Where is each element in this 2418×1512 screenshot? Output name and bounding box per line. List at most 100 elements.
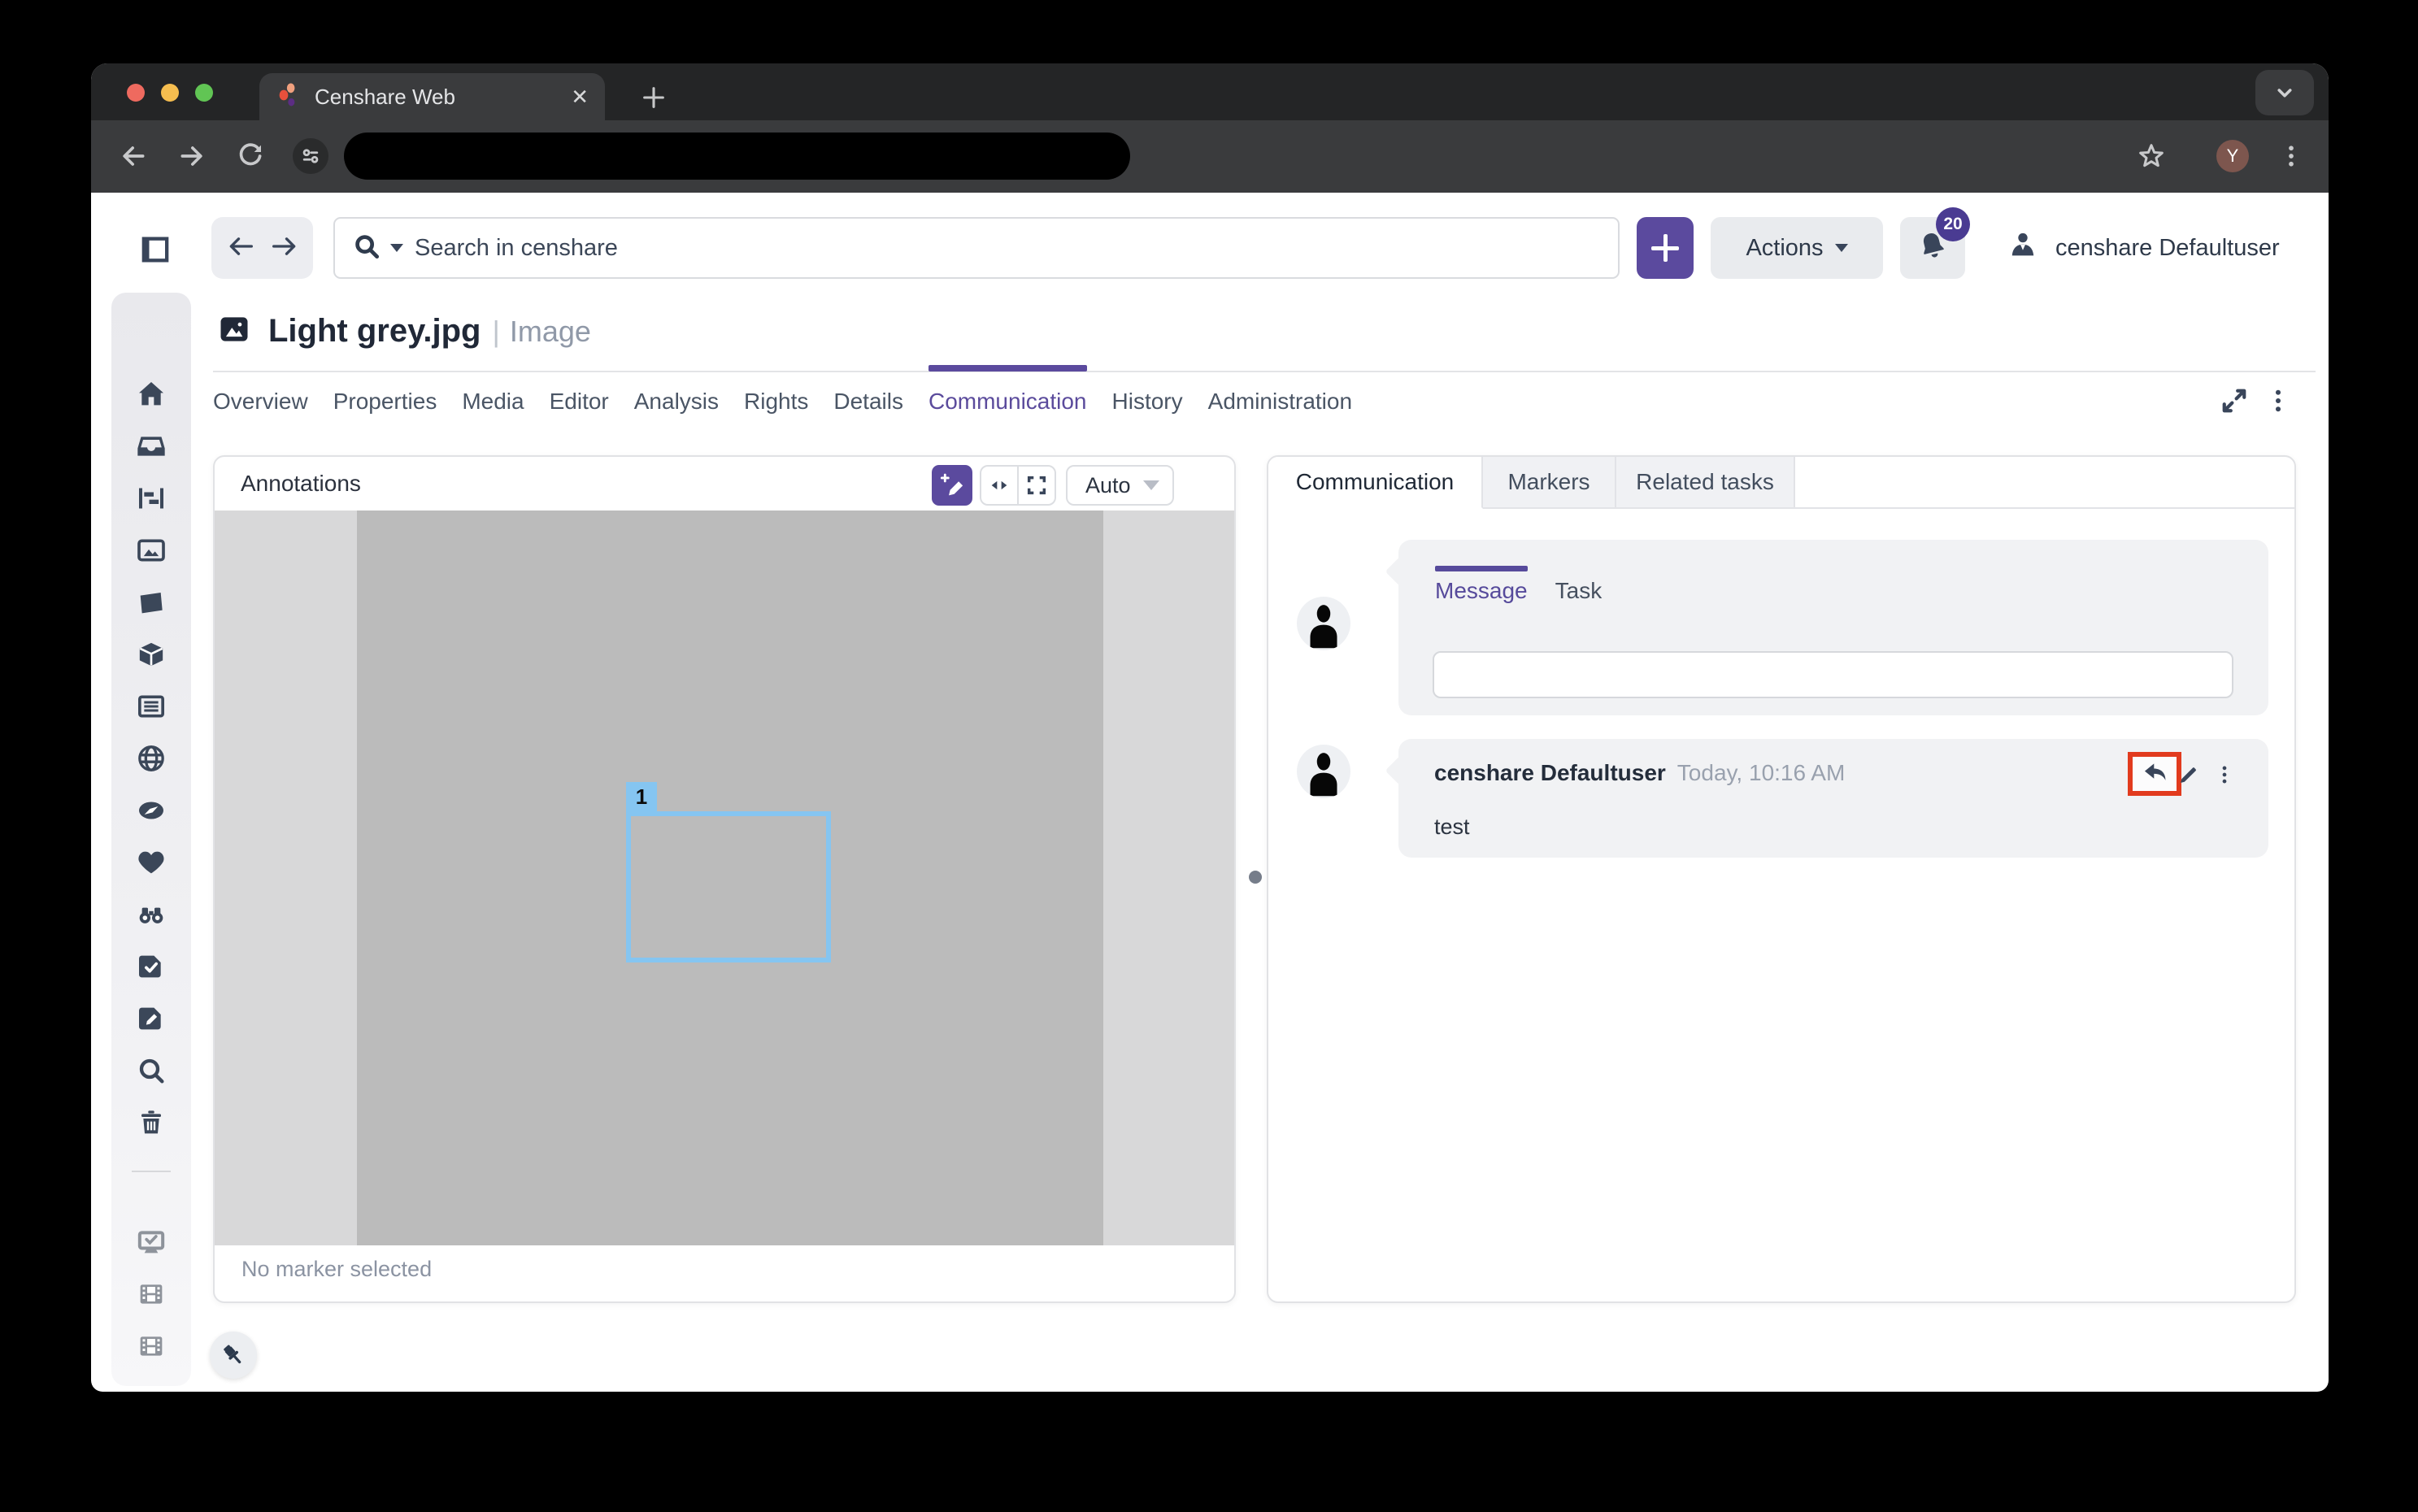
zoom-mode-value: Auto: [1085, 473, 1143, 498]
annotation-marker-rect[interactable]: [626, 811, 831, 962]
new-tab-button[interactable]: [634, 78, 673, 117]
inbox-icon[interactable]: [135, 430, 167, 463]
tab-history[interactable]: History: [1112, 388, 1183, 415]
app-sidebar: [111, 293, 191, 1386]
module-cube-icon[interactable]: [135, 638, 167, 671]
approvals-icon[interactable]: [135, 1226, 167, 1258]
planning-icon[interactable]: [135, 482, 167, 515]
fit-controls: [980, 465, 1056, 506]
app-back-icon[interactable]: [224, 230, 257, 267]
film-icon[interactable]: [135, 1278, 167, 1310]
asset-type-label: Image: [510, 315, 591, 349]
browser-window: Censhare Web ✕ Y: [91, 63, 2329, 1392]
marker-status-text: No marker selected: [241, 1257, 432, 1282]
add-annotation-button[interactable]: [932, 465, 972, 506]
tab-media[interactable]: Media: [462, 388, 524, 415]
tab-rights[interactable]: Rights: [744, 388, 808, 415]
navigator-compass-icon[interactable]: [135, 794, 167, 827]
trash-icon[interactable]: [135, 1106, 167, 1139]
edit-note-icon[interactable]: [135, 1002, 167, 1035]
composer-tab-task[interactable]: Task: [1555, 577, 1603, 605]
articles-icon[interactable]: [135, 690, 167, 723]
create-asset-button[interactable]: [1637, 217, 1694, 279]
actions-button[interactable]: Actions: [1711, 217, 1883, 279]
browser-tab[interactable]: Censhare Web ✕: [259, 73, 605, 120]
tab-properties[interactable]: Properties: [333, 388, 437, 415]
fit-width-button[interactable]: [981, 467, 1019, 504]
title-separator: |: [492, 315, 499, 349]
asset-tab-bar: Overview Properties Media Editor Analysi…: [213, 388, 1352, 415]
discover-binoculars-icon[interactable]: [135, 898, 167, 931]
message-composer: Message Task: [1398, 540, 2268, 715]
tab-editor[interactable]: Editor: [550, 388, 609, 415]
side-panel-tabs: Communication Markers Related tasks: [1268, 457, 2294, 509]
pin-button[interactable]: [210, 1332, 257, 1379]
tab-search-button[interactable]: [2255, 70, 2314, 115]
communication-body: Message Task censhare Defaultuser Today,…: [1268, 509, 2294, 1303]
actions-label: Actions: [1746, 235, 1823, 262]
message-avatar: [1297, 745, 1350, 798]
browser-profile-avatar[interactable]: Y: [2216, 140, 2249, 172]
sidebar-divider: [132, 1171, 171, 1172]
tab-administration[interactable]: Administration: [1208, 388, 1352, 415]
tab-close-icon[interactable]: ✕: [571, 86, 589, 107]
search-icon: [351, 231, 382, 266]
close-window-button[interactable]: [127, 84, 145, 102]
composer-avatar: [1297, 597, 1350, 650]
address-bar-redacted[interactable]: [344, 133, 1130, 180]
censhare-search-bar: [333, 217, 1620, 279]
annotation-viewport[interactable]: 1: [215, 511, 1234, 1245]
tab-markers[interactable]: Markers: [1483, 457, 1616, 509]
search-input[interactable]: [415, 235, 1602, 262]
notifications-button[interactable]: 20: [1900, 217, 1965, 279]
bookmark-star-icon[interactable]: [2133, 138, 2169, 174]
annotations-header: Annotations Auto: [215, 457, 1234, 511]
browser-menu-icon[interactable]: [2273, 138, 2309, 174]
composer-tabs: Message Task: [1435, 577, 1602, 605]
message-menu-icon[interactable]: [2208, 758, 2241, 791]
message-input[interactable]: [1433, 651, 2233, 698]
zoom-window-button[interactable]: [195, 84, 213, 102]
site-settings-icon[interactable]: [293, 138, 328, 174]
edit-message-icon[interactable]: [2172, 758, 2205, 791]
page-menu-icon[interactable]: [2260, 383, 2296, 419]
tab-details[interactable]: Details: [833, 388, 903, 415]
notification-badge: 20: [1936, 207, 1970, 241]
image-asset-icon: [216, 311, 252, 351]
tab-analysis[interactable]: Analysis: [634, 388, 719, 415]
web-globe-icon[interactable]: [135, 742, 167, 775]
pages-icon[interactable]: [135, 586, 167, 619]
tab-communication-panel[interactable]: Communication: [1268, 457, 1483, 509]
reply-icon[interactable]: [2141, 758, 2168, 790]
minimize-window-button[interactable]: [161, 84, 179, 102]
app-nav-group: [211, 217, 313, 279]
composer-tab-message[interactable]: Message: [1435, 577, 1528, 605]
search-assets-icon[interactable]: [135, 1054, 167, 1087]
tab-overview[interactable]: Overview: [213, 388, 308, 415]
panel-toggle-icon[interactable]: [139, 233, 172, 270]
message-item: censhare Defaultuser Today, 10:16 AM tes…: [1398, 739, 2268, 858]
tasks-icon[interactable]: [135, 950, 167, 983]
browser-forward-icon[interactable]: [174, 138, 210, 174]
tab-related-tasks[interactable]: Related tasks: [1616, 457, 1795, 509]
panel-resize-handle[interactable]: [1249, 871, 1262, 884]
fullscreen-button[interactable]: [1019, 467, 1055, 504]
traffic-lights: [127, 84, 213, 102]
user-menu[interactable]: censhare Defaultuser: [2005, 217, 2280, 279]
film-icon[interactable]: [135, 1330, 167, 1362]
browser-reload-icon[interactable]: [233, 138, 268, 174]
message-body: test: [1434, 815, 1470, 840]
home-icon[interactable]: [135, 378, 167, 411]
tabs-divider: [213, 371, 2316, 372]
zoom-mode-select[interactable]: Auto: [1066, 465, 1174, 506]
expand-view-icon[interactable]: [2216, 383, 2252, 419]
annotations-panel: Annotations Auto 1: [213, 455, 1236, 1303]
search-scope-caret-icon[interactable]: [390, 244, 403, 252]
tab-communication[interactable]: Communication: [928, 388, 1087, 415]
browser-back-icon[interactable]: [115, 138, 151, 174]
app-forward-icon[interactable]: [268, 230, 301, 267]
images-icon[interactable]: [135, 534, 167, 567]
favorites-heart-icon[interactable]: [135, 846, 167, 879]
browser-tab-title: Censhare Web: [315, 85, 571, 110]
annotation-marker-label[interactable]: 1: [626, 782, 657, 811]
